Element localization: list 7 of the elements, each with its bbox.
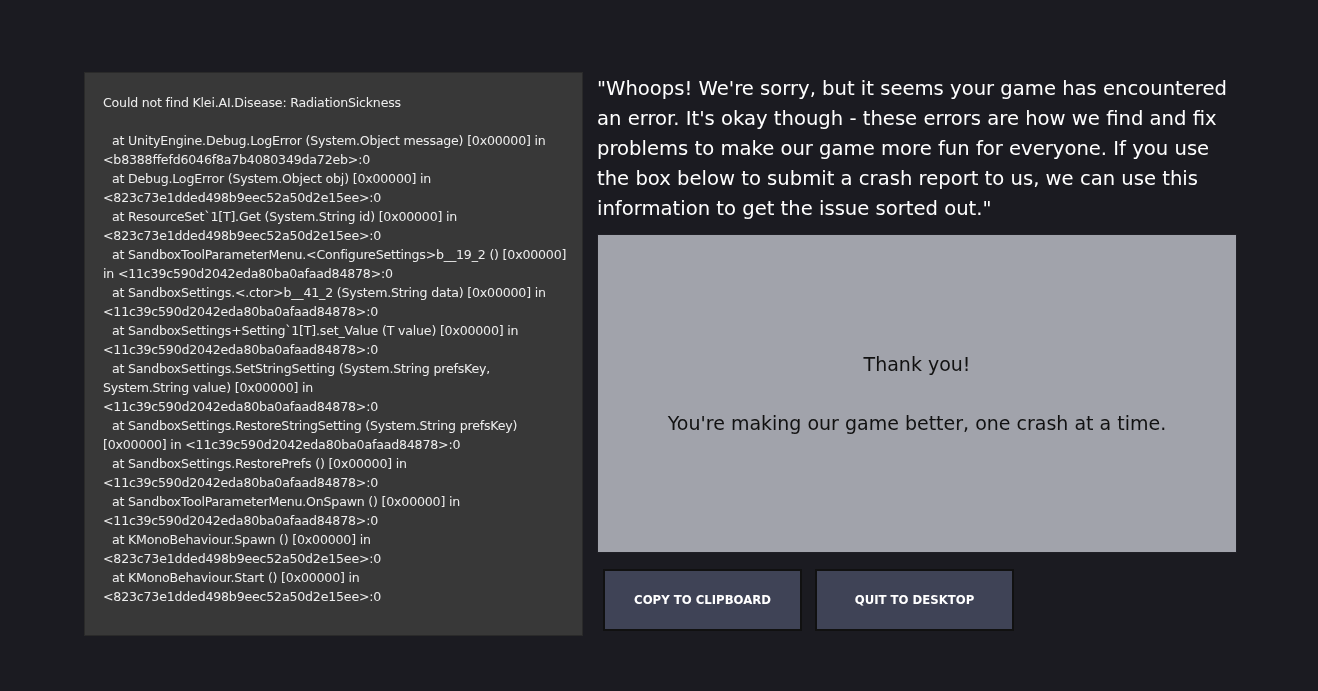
stack-trace-line: at KMonoBehaviour.Start () [0x00000] in <823c73e1dded498b9eec52a50d2e15ee>:0 [103, 569, 383, 606]
thank-you-title: Thank you! [863, 352, 971, 377]
apology-message: "Whoops! We're sorry, but it seems your game has encountered an error. It's okay though - these errors are how we find and fix problems to make our game more fun for everyone. If you use the box below to submit a crash report to us, we can use this information to get the issue sorted out." [597, 76, 1228, 222]
thank-you-message: You're making our game better, one crash at a time. [667, 410, 1167, 436]
quit-button[interactable]: QUIT TO DESKTOP [815, 569, 1014, 631]
error-message: Could not find Klei.AI.Disease: RadiationSickness [103, 94, 402, 112]
copy-button[interactable]: COPY TO CLIPBOARD [603, 569, 802, 631]
